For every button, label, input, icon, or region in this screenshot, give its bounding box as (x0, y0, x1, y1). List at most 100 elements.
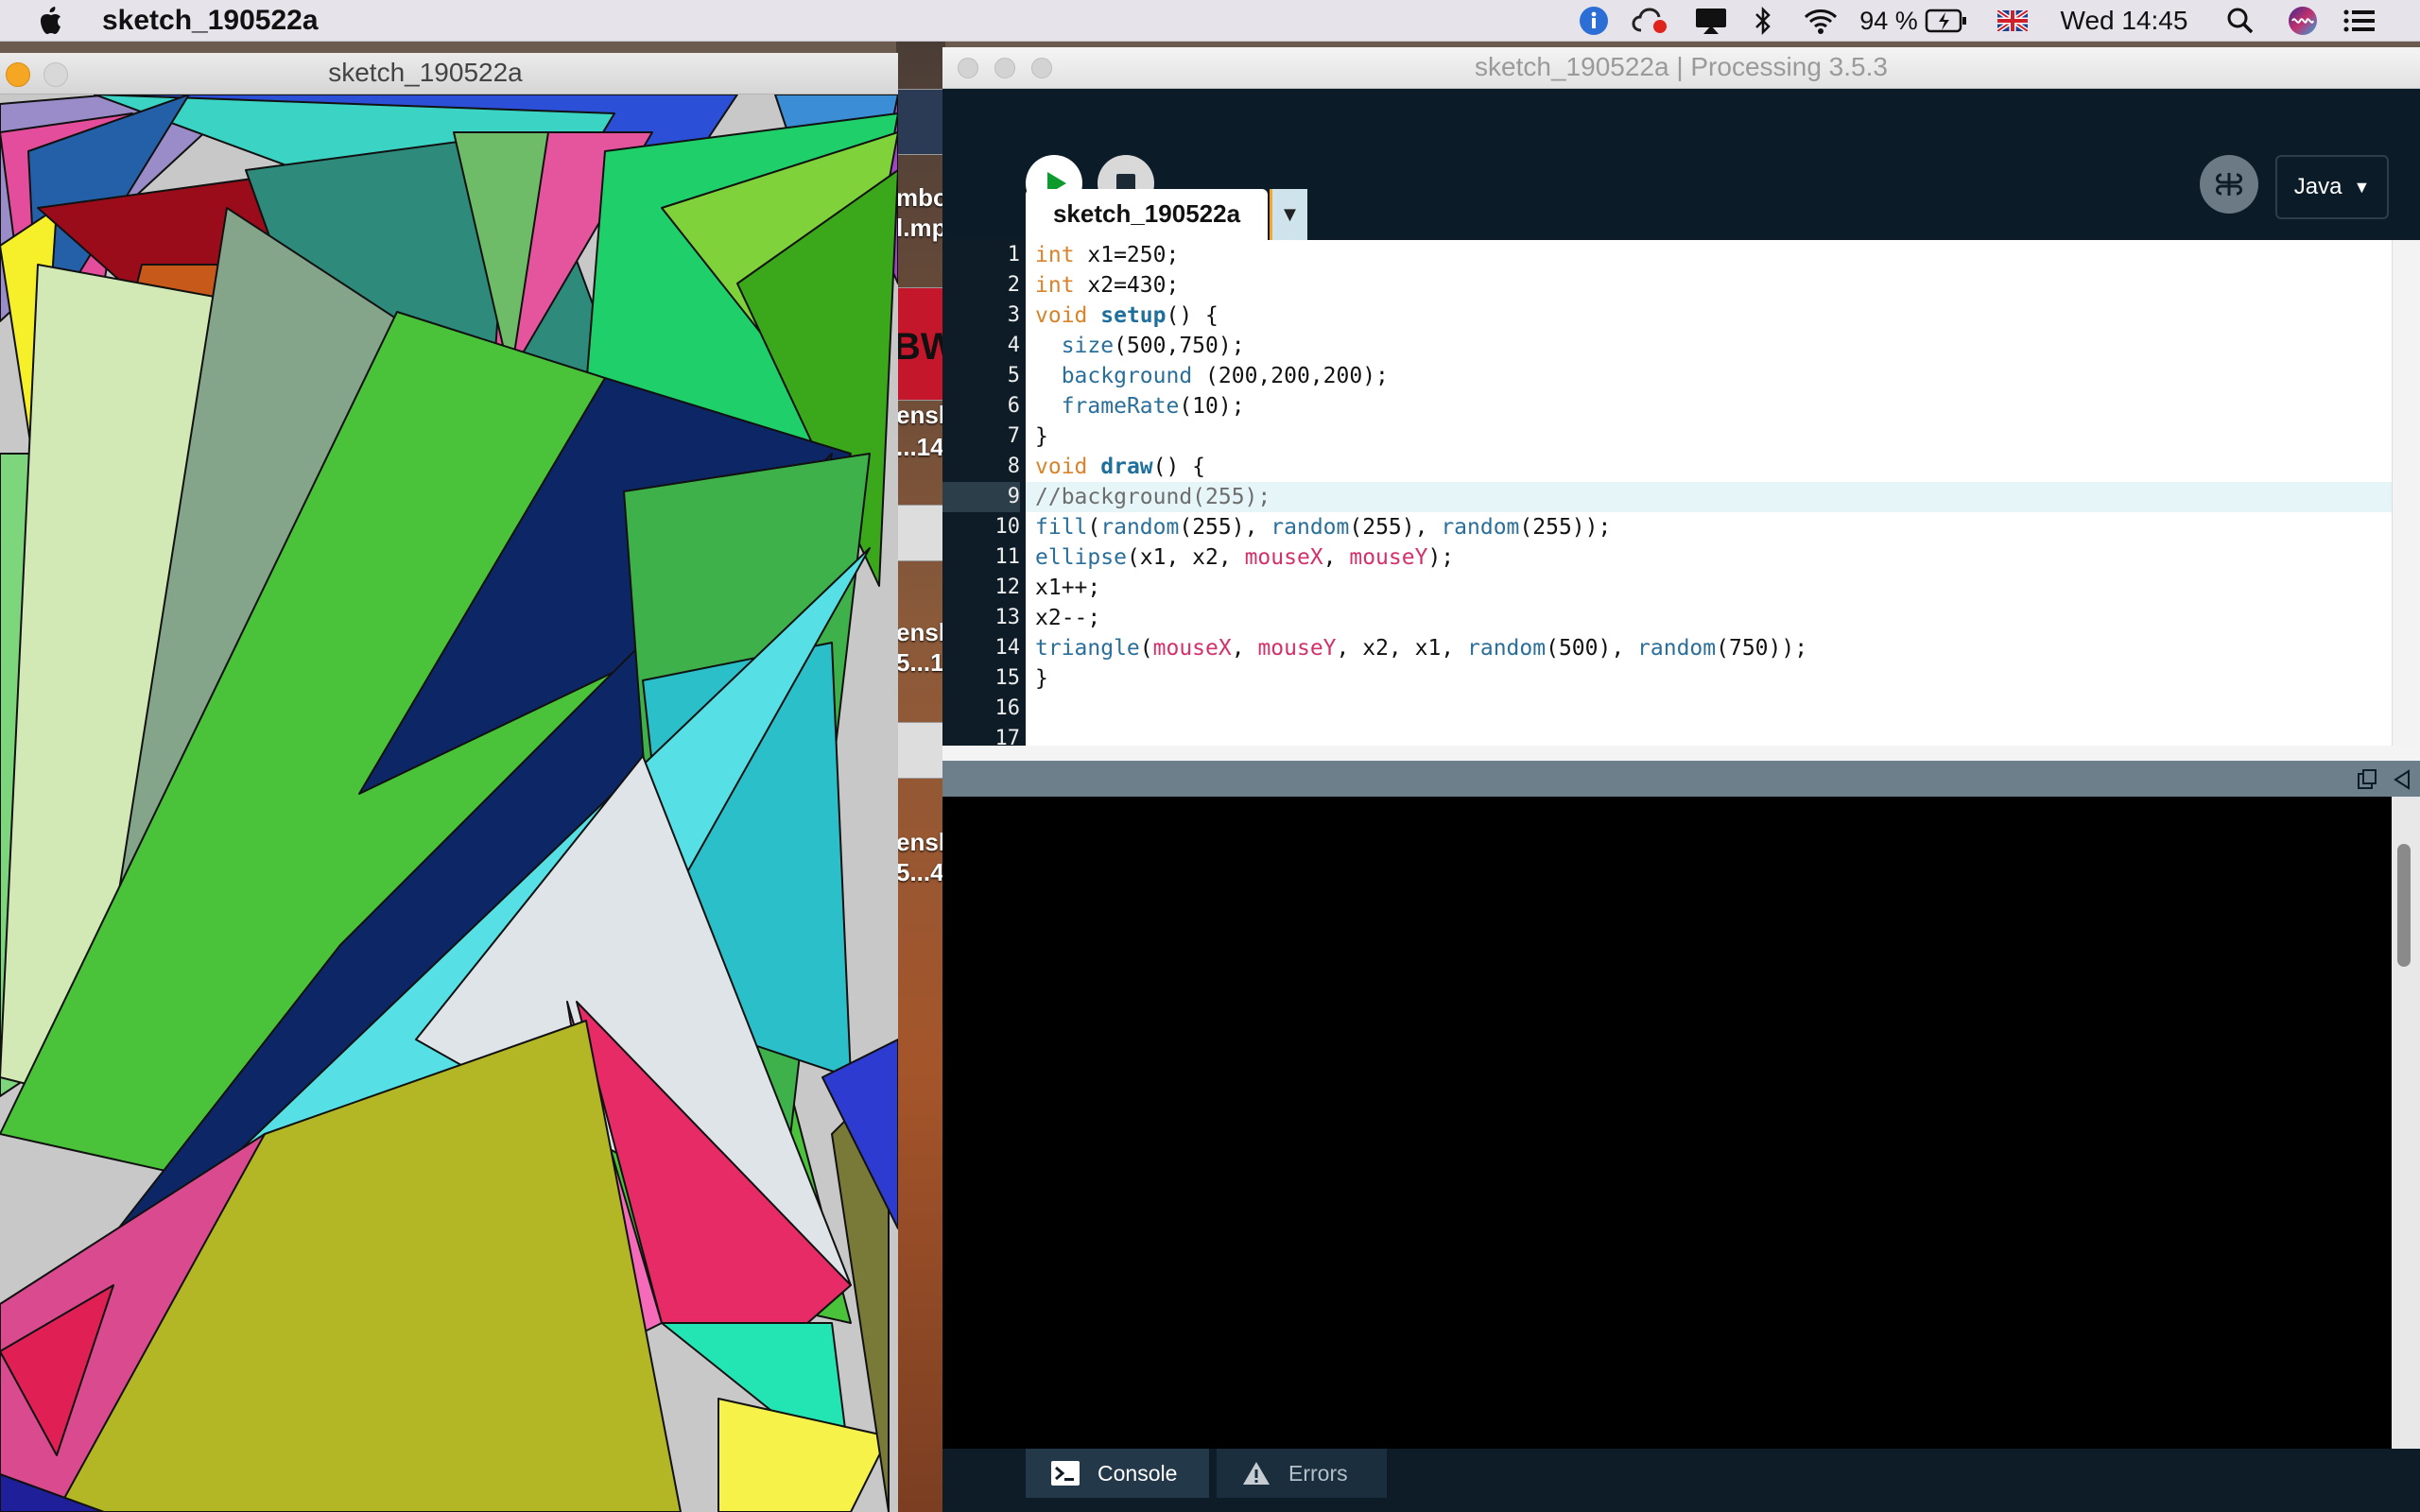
code-text: } (1035, 666, 1048, 691)
siri-icon[interactable] (2286, 0, 2320, 42)
code-editor[interactable]: int x1=250; int x2=430; void setup() { siz… (1026, 240, 2392, 746)
editor-tab-sketch[interactable]: sketch_190522a (1026, 189, 1268, 240)
wifi-icon[interactable] (1800, 0, 1841, 42)
code-token: x2=430; (1074, 273, 1180, 298)
code-line[interactable]: } (1035, 421, 1048, 452)
code-line[interactable]: int x1=250; (1035, 240, 1179, 270)
line-number: 3 (1007, 303, 1020, 327)
line-number: 5 (1007, 364, 1020, 387)
editor-vertical-scrollbar[interactable] (2392, 240, 2420, 746)
debug-button[interactable] (2200, 155, 2258, 214)
info-icon[interactable] (1577, 0, 1611, 42)
editor-horizontal-scrollbar[interactable] (942, 746, 2420, 761)
line-number: 7 (1007, 424, 1020, 448)
code-token: mouseX (1244, 545, 1323, 570)
desktop-file-label[interactable]: 5...4 (896, 858, 944, 887)
code-line[interactable]: int x2=430; (1035, 270, 1179, 301)
code-line[interactable]: background (200,200,200); (1035, 361, 1389, 391)
desktop-file-label[interactable]: ensh (896, 828, 945, 857)
code-line[interactable]: size(500,750); (1035, 331, 1245, 361)
code-token: ); (1427, 545, 1455, 570)
code-text: } (1035, 424, 1048, 449)
tab-menu-button[interactable]: ▼ (1270, 189, 1307, 240)
desktop-file-label[interactable]: ...14 (896, 433, 944, 462)
code-token: (10); (1179, 394, 1245, 419)
line-number: 10 (994, 515, 1021, 539)
sketch-output-window[interactable]: sketch_190522a (0, 53, 898, 1512)
desktop-file-label: BW (896, 326, 945, 368)
code-text: //background(255); (1035, 485, 1271, 509)
code-line[interactable]: fill(random(255), random(255), random(25… (1035, 512, 1611, 542)
uk-flag-input-icon[interactable] (1996, 0, 2029, 42)
code-token: random (1637, 636, 1717, 661)
code-token: fill (1035, 515, 1088, 540)
code-token: background (1061, 364, 1193, 388)
mode-label: Java (2293, 174, 2342, 199)
notification-center-icon[interactable] (2341, 0, 2378, 42)
desktop-file-thumbnail[interactable] (896, 505, 945, 561)
ide-titlebar[interactable]: sketch_190522a | Processing 3.5.3 (942, 47, 2420, 89)
console-tab[interactable]: Console (1026, 1449, 1209, 1498)
code-line[interactable]: ellipse(x1, x2, mouseX, mouseY); (1035, 542, 1454, 573)
spotlight-search-icon[interactable] (2223, 0, 2257, 42)
desktop-file-label[interactable]: l.mp (896, 214, 945, 243)
code-token: (500,750); (1114, 334, 1245, 358)
desktop-file-thumbnail[interactable] (896, 722, 945, 779)
code-line[interactable]: x2--; (1035, 603, 1100, 633)
menu-clock[interactable]: Wed 14:45 (2053, 0, 2195, 42)
creative-cloud-icon[interactable] (1630, 0, 1671, 42)
code-token: ( (1087, 515, 1101, 540)
menu-bar: sketch_190522a 94 % Wed 14:45 (0, 0, 2420, 42)
sketch-window-titlebar[interactable]: sketch_190522a (0, 53, 898, 94)
desktop-file-thumbnail[interactable]: BW (896, 287, 945, 401)
code-token: triangle (1035, 636, 1140, 661)
bluetooth-icon[interactable] (1749, 0, 1777, 42)
battery-percentage[interactable]: 94 % (1858, 0, 1919, 42)
mode-selector[interactable]: Java ▼ (2275, 155, 2389, 219)
sketch-canvas[interactable] (0, 94, 898, 1512)
line-number: 6 (1007, 394, 1020, 418)
desktop-file-label[interactable]: 5...14 (896, 648, 945, 678)
errors-tab[interactable]: Errors (1217, 1449, 1387, 1498)
code-line[interactable]: void setup() { (1035, 301, 1219, 331)
chevron-down-icon: ▼ (2353, 177, 2371, 197)
code-line[interactable]: triangle(mouseX, mouseY, x2, x1, random(… (1035, 633, 1807, 663)
collapse-console-icon[interactable] (2392, 768, 2412, 791)
line-number-gutter: 1234567891011121314151617181920212223242… (942, 240, 1026, 1113)
code-token: ellipse (1035, 545, 1127, 570)
code-token: random (1467, 636, 1547, 661)
copy-console-icon[interactable] (2356, 768, 2378, 791)
code-line[interactable]: frameRate(10); (1035, 391, 1245, 421)
active-app-name[interactable]: sketch_190522a (102, 4, 319, 38)
warning-icon (1243, 1462, 1270, 1485)
code-token: (255)); (1519, 515, 1612, 540)
desktop-file-label[interactable]: mbo (896, 183, 945, 213)
console-output[interactable] (942, 797, 2392, 1449)
desktop-file-thumbnail[interactable] (896, 89, 945, 155)
code-line[interactable]: x1++; (1035, 573, 1100, 603)
line-number: 11 (994, 545, 1021, 569)
apple-menu-icon[interactable] (38, 6, 66, 36)
console-scrollbar[interactable] (2392, 797, 2420, 1449)
code-token: () { (1166, 303, 1219, 328)
code-token: (255), (1179, 515, 1271, 540)
desktop-file-label[interactable]: ensh (896, 618, 945, 647)
processing-ide-window[interactable]: sketch_190522a | Processing 3.5.3 Java ▼… (942, 47, 2420, 1512)
airplay-display-icon[interactable] (1692, 0, 1730, 42)
code-line[interactable]: //background(255); (1035, 482, 1270, 512)
code-token: int (1035, 243, 1075, 267)
code-token: ( (1139, 636, 1153, 661)
code-token: void (1035, 455, 1088, 479)
chevron-down-icon: ▼ (1279, 202, 1301, 226)
battery-charging-icon[interactable] (1923, 0, 1970, 42)
desktop-file-label[interactable]: ensh (896, 401, 945, 430)
code-line[interactable]: void draw() { (1035, 452, 1205, 482)
code-token: random (1270, 515, 1350, 540)
console-scrollbar-thumb[interactable] (2397, 844, 2411, 967)
code-token: mouseY (1257, 636, 1337, 661)
line-number: 16 (994, 696, 1021, 720)
code-token: (500), (1546, 636, 1638, 661)
code-line[interactable]: } (1035, 663, 1048, 694)
